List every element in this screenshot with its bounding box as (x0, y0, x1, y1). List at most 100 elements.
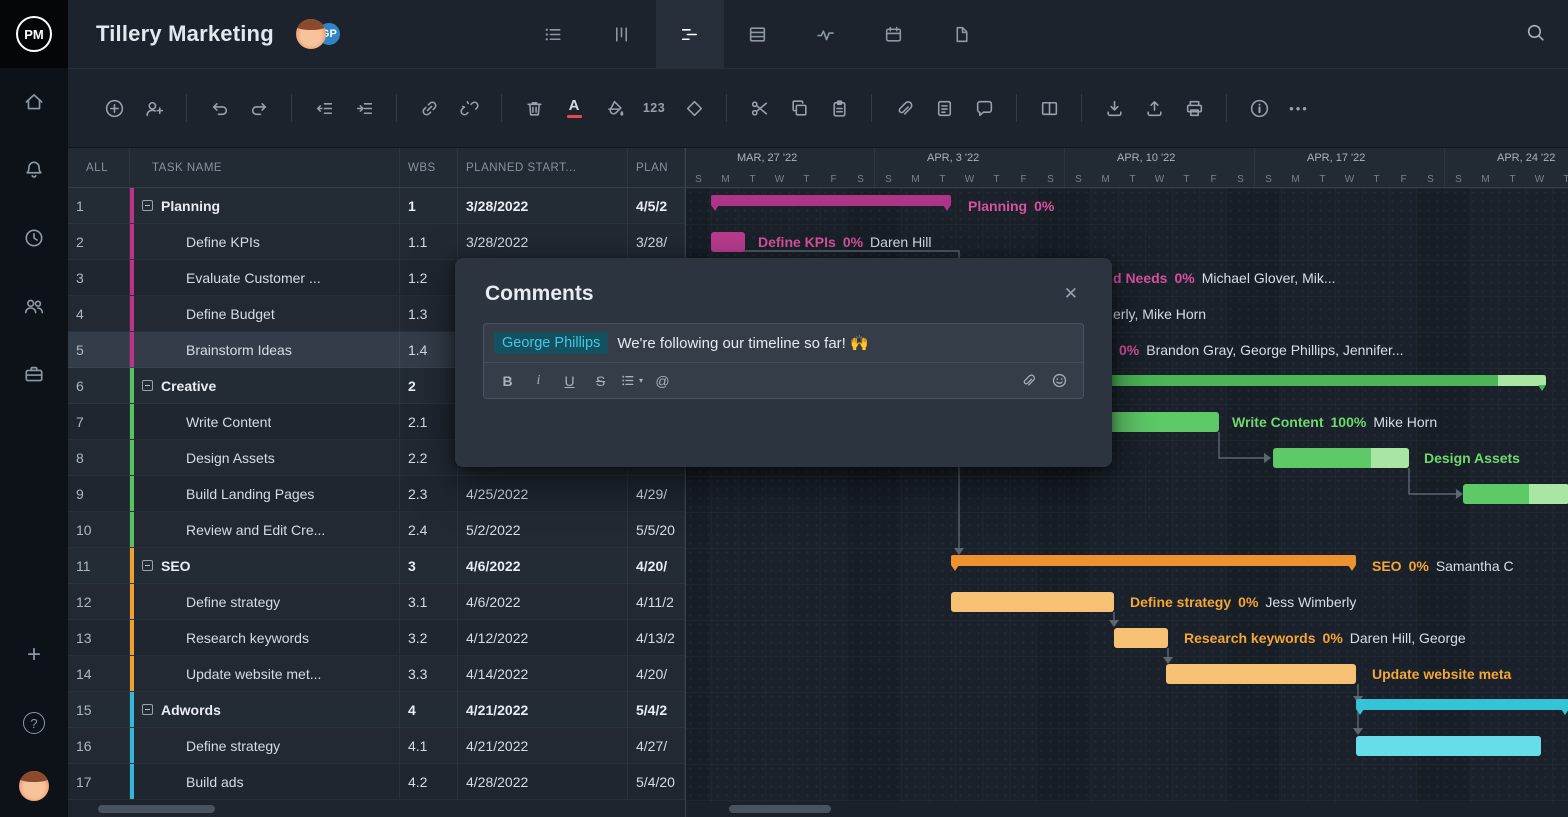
fill-color-button[interactable] (594, 88, 634, 128)
cut-button[interactable] (739, 88, 779, 128)
numbers-button[interactable]: 123 (634, 88, 674, 128)
collapse-icon[interactable] (142, 704, 153, 715)
gantt-bar[interactable] (1166, 664, 1356, 684)
indent-button[interactable] (344, 88, 384, 128)
underline-button[interactable]: U (556, 367, 583, 394)
list-icon (620, 372, 637, 389)
unlink-tasks-button[interactable] (449, 88, 489, 128)
gantt-bar[interactable] (1114, 628, 1168, 648)
task-name-cell: Evaluate Customer ... (130, 260, 400, 295)
gantt-bar[interactable] (1356, 736, 1541, 756)
add-task-button[interactable] (94, 88, 134, 128)
nav-team[interactable] (12, 284, 56, 328)
home-icon (23, 91, 45, 113)
notes-button[interactable] (924, 88, 964, 128)
assign-user-button[interactable] (134, 88, 174, 128)
tab-sheet-view[interactable] (724, 0, 792, 68)
mention-chip[interactable]: George Phillips (494, 332, 608, 354)
attach-button[interactable] (1015, 367, 1042, 394)
user-avatar[interactable] (19, 771, 49, 801)
collapse-icon[interactable] (142, 560, 153, 571)
table-row[interactable]: 14Update website met...3.34/14/20224/20/ (68, 656, 685, 692)
gantt-bar[interactable] (1356, 699, 1568, 710)
print-button[interactable] (1174, 88, 1214, 128)
table-row[interactable]: 9Build Landing Pages2.34/25/20224/29/ (68, 476, 685, 512)
delete-button[interactable] (514, 88, 554, 128)
milestone-icon (684, 98, 705, 119)
col-header-wbs[interactable]: WBS (400, 148, 458, 187)
more-button[interactable]: ••• (1279, 88, 1319, 128)
import-icon (1104, 98, 1125, 119)
attach-file-button[interactable] (884, 88, 924, 128)
task-color-stripe (130, 548, 134, 583)
columns-button[interactable] (1029, 88, 1069, 128)
mention-button[interactable]: @ (649, 367, 676, 394)
add-new-button[interactable]: + (12, 633, 56, 677)
col-header-planned-start[interactable]: PLANNED START... (458, 148, 628, 187)
close-icon[interactable]: ✕ (1058, 282, 1084, 306)
table-row[interactable]: 13Research keywords3.24/12/20224/13/2 (68, 620, 685, 656)
import-button[interactable] (1094, 88, 1134, 128)
project-title: Tillery Marketing (96, 21, 274, 47)
app-root: PM + ? Tillery Marketing GP (0, 0, 1568, 817)
search-button[interactable] (1525, 22, 1546, 46)
table-hscroll-thumb[interactable] (98, 805, 215, 813)
export-button[interactable] (1134, 88, 1174, 128)
row-number: 7 (68, 404, 130, 439)
help-button[interactable]: ? (12, 701, 56, 745)
col-header-task-name[interactable]: TASK NAME (130, 148, 400, 187)
milestone-button[interactable] (674, 88, 714, 128)
col-header-planned-end[interactable]: PLAN (628, 148, 685, 187)
comment-input[interactable]: George Phillips We're following our time… (484, 324, 1083, 363)
paste-button[interactable] (819, 88, 859, 128)
tab-activity-view[interactable] (792, 0, 860, 68)
gantt-bar[interactable] (1463, 484, 1568, 504)
gantt-bar[interactable] (711, 232, 745, 252)
font-color-button[interactable]: A (554, 88, 594, 128)
list-button[interactable]: ▾ (618, 367, 645, 394)
comment-button[interactable] (964, 88, 1004, 128)
redo-button[interactable] (239, 88, 279, 128)
tab-calendar-view[interactable] (860, 0, 928, 68)
emoji-button[interactable] (1046, 367, 1073, 394)
collapse-icon[interactable] (142, 200, 153, 211)
nav-home[interactable] (12, 80, 56, 124)
gantt-hscroll-thumb[interactable] (729, 805, 831, 813)
table-row[interactable]: 15Adwords44/21/20225/4/2 (68, 692, 685, 728)
info-button[interactable] (1239, 88, 1279, 128)
table-row[interactable]: 16Define strategy4.14/21/20224/27/ (68, 728, 685, 764)
nav-portfolio[interactable] (12, 352, 56, 396)
day-letter: S (686, 174, 712, 185)
table-row[interactable]: 2Define KPIs1.13/28/20223/28/ (68, 224, 685, 260)
gantt-bar[interactable] (1273, 448, 1409, 468)
gantt-bar[interactable] (711, 195, 951, 206)
gantt-bar[interactable] (951, 555, 1356, 566)
project-members[interactable]: GP (296, 19, 342, 49)
collapse-icon[interactable] (142, 380, 153, 391)
link-tasks-button[interactable] (409, 88, 449, 128)
task-name: Define strategy (186, 594, 280, 610)
table-row[interactable]: 1Planning13/28/20224/5/2 (68, 188, 685, 224)
gantt-bar[interactable] (951, 592, 1114, 612)
member-avatar[interactable] (296, 19, 326, 49)
planned-start-cell: 4/28/2022 (458, 764, 628, 799)
undo-button[interactable] (199, 88, 239, 128)
tab-gantt-view[interactable] (656, 0, 724, 68)
pm-logo[interactable]: PM (0, 0, 68, 68)
table-row[interactable]: 12Define strategy3.14/6/20224/11/2 (68, 584, 685, 620)
nav-timesheets[interactable] (12, 216, 56, 260)
strikethrough-button[interactable]: S (587, 367, 614, 394)
bold-button[interactable]: B (494, 367, 521, 394)
table-row[interactable]: 11SEO34/6/20224/20/ (68, 548, 685, 584)
copy-button[interactable] (779, 88, 819, 128)
tab-board-view[interactable] (588, 0, 656, 68)
tab-docs-view[interactable] (928, 0, 996, 68)
bar-task-name: Update website meta (1372, 666, 1511, 682)
italic-button[interactable]: i (525, 367, 552, 394)
tab-list-view[interactable] (520, 0, 588, 68)
outdent-button[interactable] (304, 88, 344, 128)
table-row[interactable]: 17Build ads4.24/28/20225/4/20 (68, 764, 685, 800)
nav-alerts[interactable] (12, 148, 56, 192)
table-row[interactable]: 10Review and Edit Cre...2.45/2/20225/5/2… (68, 512, 685, 548)
col-header-all[interactable]: ALL (68, 148, 130, 187)
